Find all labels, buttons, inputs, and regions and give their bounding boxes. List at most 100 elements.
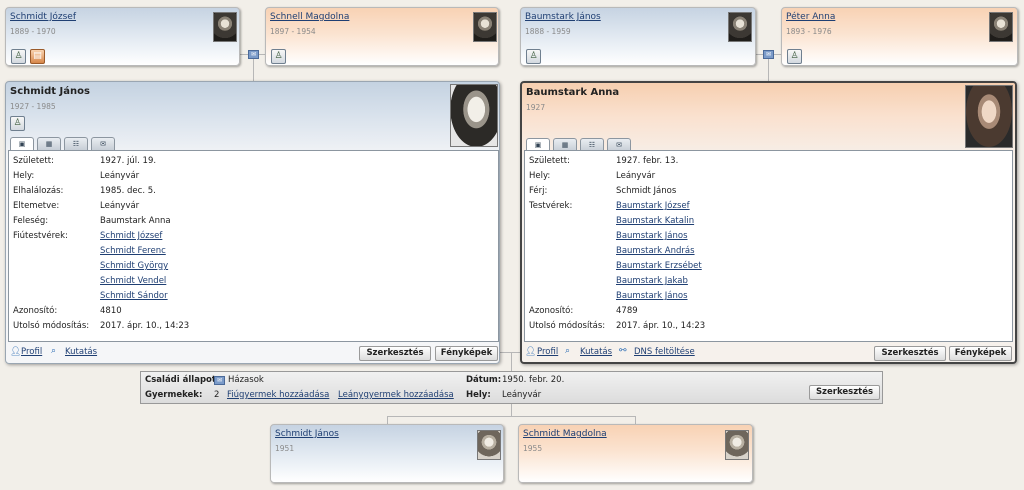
person-name-link[interactable]: Péter Anna bbox=[786, 12, 835, 22]
place-label: Hely: bbox=[466, 390, 491, 400]
place-value: Leányvár bbox=[502, 390, 542, 400]
profile-icon[interactable]: 👤︎ bbox=[525, 347, 536, 357]
details-panel: Született: 1927. febr. 13. Hely: Leányvá… bbox=[524, 150, 1013, 342]
date-label: Dátum: bbox=[466, 375, 502, 385]
sibling-link[interactable]: Baumstark János bbox=[616, 291, 688, 301]
marriage-icon[interactable]: ✉ bbox=[763, 50, 774, 59]
dna-upload-link[interactable]: DNS feltöltése bbox=[634, 347, 695, 357]
tab-events-icon[interactable]: ▦ bbox=[37, 137, 61, 150]
person-photo[interactable] bbox=[989, 12, 1013, 42]
search-icon[interactable]: ⌕ bbox=[51, 346, 56, 356]
date-value: 1950. febr. 20. bbox=[502, 375, 565, 385]
photos-button[interactable]: Fényképek bbox=[435, 346, 498, 361]
child-card-schmidt-magdolna[interactable]: Schmidt Magdolna 1955 bbox=[518, 424, 753, 483]
person-name-link[interactable]: Schmidt Magdolna bbox=[523, 429, 607, 439]
person-years: 1951 bbox=[275, 444, 295, 453]
sibling-link[interactable]: Baumstark András bbox=[616, 246, 695, 256]
search-icon[interactable]: ⌕ bbox=[565, 346, 570, 356]
edit-button[interactable]: Szerkesztés bbox=[359, 346, 431, 361]
person-photo[interactable] bbox=[965, 85, 1013, 148]
research-link[interactable]: Kutatás bbox=[65, 347, 97, 357]
children-label: Gyermekek: bbox=[145, 390, 203, 400]
person-name-link[interactable]: Schnell Magdolna bbox=[270, 12, 349, 22]
grandparent-card-schmidt-jozsef[interactable]: Schmidt József 1889 - 1970 ♙ ▤ bbox=[5, 7, 240, 66]
grandparent-card-schnell-magdolna[interactable]: Schnell Magdolna 1897 - 1954 ♙ bbox=[265, 7, 499, 66]
person-tree-icon[interactable]: ♙ bbox=[11, 49, 26, 64]
person-card-husband[interactable]: Schmidt János 1927 - 1985 ♙ ▣ ▦ ☷ ✉ Szül… bbox=[5, 81, 500, 364]
sibling-link[interactable]: Schmidt Vendel bbox=[100, 276, 166, 286]
field-label-id: Azonosító: bbox=[529, 306, 574, 316]
sibling-link[interactable]: Schmidt Sándor bbox=[100, 291, 168, 301]
field-value-modified: 2017. ápr. 10., 14:23 bbox=[100, 321, 190, 331]
dna-icon[interactable]: ⚯ bbox=[619, 346, 627, 356]
family-edit-button[interactable]: Szerkesztés bbox=[809, 385, 880, 400]
grandparent-card-peter-anna[interactable]: Péter Anna 1893 - 1976 ♙ bbox=[781, 7, 1018, 66]
person-years: 1888 - 1959 bbox=[525, 27, 571, 36]
person-years: 1955 bbox=[523, 444, 543, 453]
person-years: 1893 - 1976 bbox=[786, 27, 832, 36]
field-label-siblings: Fiútestvérek: bbox=[13, 231, 68, 241]
photos-button[interactable]: Fényképek bbox=[949, 346, 1012, 361]
field-label-buried: Eltemetve: bbox=[13, 201, 60, 211]
person-photo[interactable] bbox=[725, 430, 749, 460]
person-years: 1889 - 1970 bbox=[10, 27, 56, 36]
field-label-siblings: Testvérek: bbox=[529, 201, 573, 211]
field-value-born: 1927. febr. 13. bbox=[616, 156, 679, 166]
field-value-born: 1927. júl. 19. bbox=[100, 156, 157, 166]
field-label-death: Elhalálozás: bbox=[13, 186, 64, 196]
grandparent-card-baumstark-janos[interactable]: Baumstark János 1888 - 1959 ♙ bbox=[520, 7, 756, 66]
field-label-id: Azonosító: bbox=[13, 306, 58, 316]
person-name-link[interactable]: Schmidt János bbox=[275, 429, 339, 439]
marital-status-label: Családi állapot: bbox=[145, 375, 220, 385]
tab-sources-icon[interactable]: ✉ bbox=[91, 137, 115, 150]
field-value-death: 1985. dec. 5. bbox=[100, 186, 156, 196]
person-name: Baumstark Anna bbox=[526, 87, 620, 98]
sibling-link[interactable]: Baumstark János bbox=[616, 231, 688, 241]
tab-details-icon[interactable]: ▣ bbox=[10, 137, 34, 151]
person-years: 1897 - 1954 bbox=[270, 27, 316, 36]
field-label-spouse: Férj: bbox=[529, 186, 548, 196]
tab-family-icon[interactable]: ☷ bbox=[64, 137, 88, 150]
profile-icon[interactable]: 👤︎ bbox=[10, 347, 21, 357]
add-son-link[interactable]: Fiúgyermek hozzáadása bbox=[227, 390, 329, 400]
child-card-schmidt-janos[interactable]: Schmidt János 1951 bbox=[270, 424, 504, 483]
field-value-id: 4789 bbox=[616, 306, 638, 316]
details-panel: Született: 1927. júl. 19. Hely: Leányvár… bbox=[8, 150, 499, 342]
field-label-place: Hely: bbox=[13, 171, 35, 181]
person-name-link[interactable]: Baumstark János bbox=[525, 12, 601, 22]
person-photo[interactable] bbox=[213, 12, 237, 42]
field-value-spouse: Schmidt János bbox=[616, 186, 677, 196]
person-years: 1927 - 1985 bbox=[10, 102, 56, 111]
sibling-link[interactable]: Baumstark Erzsébet bbox=[616, 261, 702, 271]
person-name-link[interactable]: Schmidt József bbox=[10, 12, 76, 22]
sibling-link[interactable]: Schmidt György bbox=[100, 261, 168, 271]
person-tree-icon[interactable]: ♙ bbox=[526, 49, 541, 64]
field-label-modified: Utolsó módosítás: bbox=[13, 321, 90, 331]
person-photo[interactable] bbox=[473, 12, 497, 42]
person-photo[interactable] bbox=[450, 84, 498, 147]
profile-link[interactable]: Profil bbox=[537, 347, 558, 357]
sibling-link[interactable]: Baumstark Jakab bbox=[616, 276, 688, 286]
document-icon[interactable]: ▤ bbox=[30, 49, 45, 64]
field-value-modified: 2017. ápr. 10., 14:23 bbox=[616, 321, 706, 331]
person-tree-icon[interactable]: ♙ bbox=[10, 116, 25, 131]
sibling-link[interactable]: Schmidt Ferenc bbox=[100, 246, 166, 256]
person-card-wife[interactable]: Baumstark Anna 1927 ▣ ▦ ☷ ✉ Született: 1… bbox=[520, 81, 1017, 364]
sibling-link[interactable]: Schmidt József bbox=[100, 231, 162, 241]
marriage-icon: ✉ bbox=[214, 376, 225, 385]
add-daughter-link[interactable]: Leánygyermek hozzáadása bbox=[338, 390, 454, 400]
person-tree-icon[interactable]: ♙ bbox=[271, 49, 286, 64]
person-photo[interactable] bbox=[728, 12, 752, 42]
edit-button[interactable]: Szerkesztés bbox=[874, 346, 946, 361]
marriage-icon[interactable]: ✉ bbox=[248, 50, 259, 59]
profile-link[interactable]: Profil bbox=[21, 347, 42, 357]
field-value-buried: Leányvár bbox=[100, 201, 140, 211]
field-value-place: Leányvár bbox=[100, 171, 140, 181]
person-photo[interactable] bbox=[477, 430, 501, 460]
field-label-spouse: Feleség: bbox=[13, 216, 49, 226]
research-link[interactable]: Kutatás bbox=[580, 347, 612, 357]
person-tree-icon[interactable]: ♙ bbox=[787, 49, 802, 64]
sibling-link[interactable]: Baumstark József bbox=[616, 201, 690, 211]
person-years: 1927 bbox=[526, 103, 546, 112]
sibling-link[interactable]: Baumstark Katalin bbox=[616, 216, 694, 226]
